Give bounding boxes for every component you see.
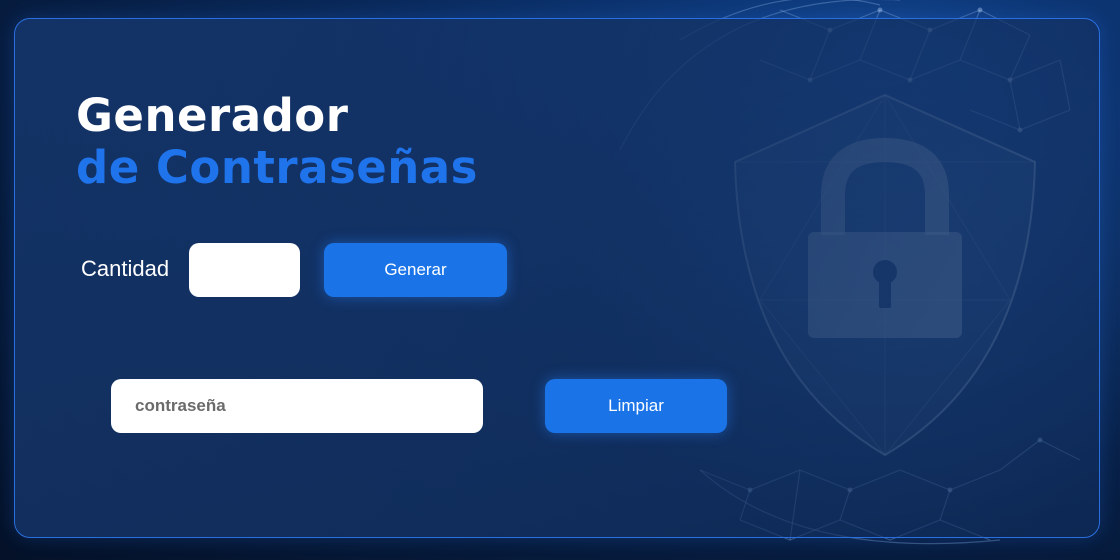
- page-title: Generador de Contraseñas: [76, 90, 478, 194]
- generate-button[interactable]: Generar: [324, 243, 507, 297]
- quantity-label: Cantidad: [81, 256, 170, 281]
- quantity-input[interactable]: [189, 243, 300, 297]
- password-output-field[interactable]: [111, 379, 483, 433]
- page-title-line2: de Contraseñas: [76, 141, 478, 194]
- clear-button[interactable]: Limpiar: [545, 379, 727, 433]
- page-title-line1: Generador: [76, 89, 349, 142]
